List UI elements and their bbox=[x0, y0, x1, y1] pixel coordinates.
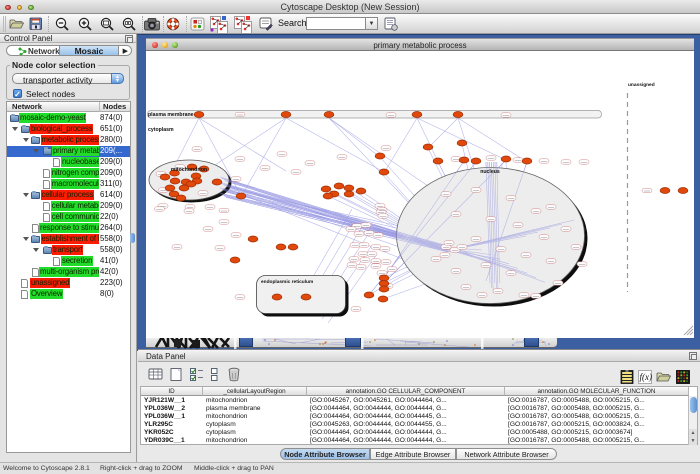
svg-text:unassigned: unassigned bbox=[628, 82, 655, 88]
svg-text:mitochondrion: mitochondrion bbox=[171, 167, 207, 173]
svg-text:endoplasmic reticulum: endoplasmic reticulum bbox=[261, 279, 313, 285]
svg-text:cytoplasm: cytoplasm bbox=[148, 127, 174, 133]
svg-text:nucleus: nucleus bbox=[480, 169, 500, 175]
svg-text:f(x): f(x) bbox=[640, 372, 653, 382]
svg-text:plasma membrane: plasma membrane bbox=[148, 112, 194, 118]
